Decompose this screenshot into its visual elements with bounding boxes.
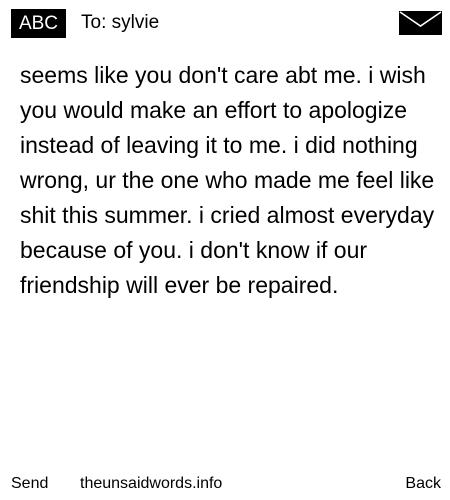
- back-button[interactable]: Back: [405, 472, 441, 496]
- message-header: ABC To: sylvie: [0, 0, 450, 44]
- message-body[interactable]: seems like you don't care abt me. i wish…: [20, 58, 438, 303]
- envelope-icon: [399, 11, 442, 35]
- send-button[interactable]: Send: [11, 472, 48, 496]
- recipient-field[interactable]: To: sylvie: [81, 11, 159, 35]
- soft-key-bar: Send theunsaidwords.info Back: [0, 472, 450, 496]
- input-mode-badge[interactable]: ABC: [11, 9, 66, 38]
- site-label: theunsaidwords.info: [80, 475, 223, 492]
